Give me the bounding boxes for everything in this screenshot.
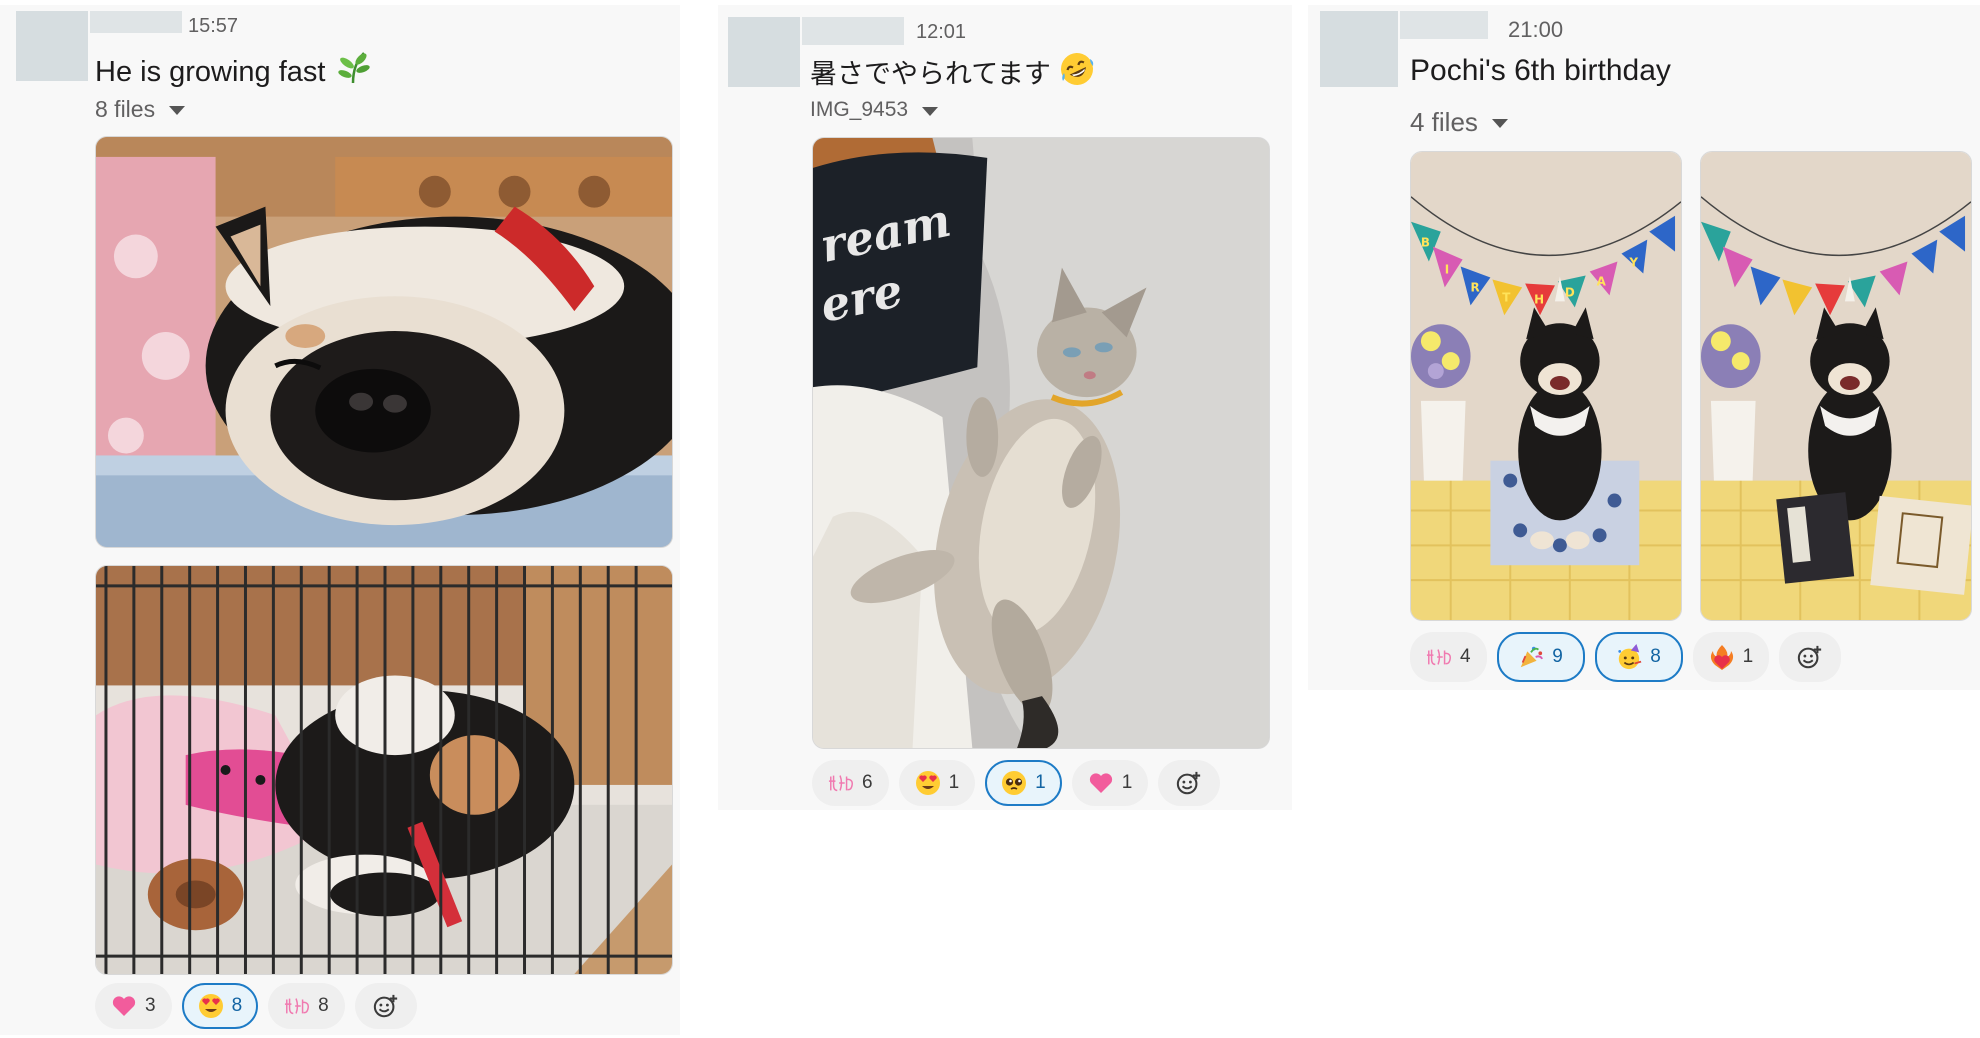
reaction-count: 8 [318, 995, 329, 1016]
chevron-down-icon [922, 106, 939, 116]
svg-text:H: H [1534, 292, 1544, 306]
kawaii-text-icon [284, 993, 310, 1019]
svg-text:B: B [1421, 236, 1430, 250]
reactions-bar: 4 9 8 1 [1410, 632, 1842, 682]
reaction-kawaii[interactable]: 4 [1410, 632, 1487, 682]
svg-text:Y: Y [1628, 255, 1638, 269]
timestamp[interactable]: 15:57 [188, 15, 238, 38]
rofl-icon [1059, 51, 1095, 94]
pleading-face-icon [1001, 770, 1027, 796]
add-reaction-button[interactable] [1158, 760, 1221, 806]
reaction-count: 1 [1035, 772, 1046, 793]
svg-text:R: R [1471, 280, 1480, 294]
reaction-partying-face[interactable]: 8 [1594, 632, 1683, 682]
reactions-bar: 6 1 1 1 [812, 760, 1221, 806]
reaction-count: 1 [948, 772, 960, 793]
svg-text:A: A [1597, 274, 1607, 288]
add-reaction-button[interactable] [354, 983, 417, 1029]
avatar[interactable] [16, 11, 88, 81]
message-panel-3: 21:00 Pochi's 6th birthday 4 files B I R… [1308, 5, 1980, 690]
reaction-pleading-face[interactable]: 1 [985, 760, 1062, 806]
avatar[interactable] [1320, 11, 1398, 87]
add-reaction-icon [373, 993, 399, 1019]
svg-text:T: T [1502, 290, 1511, 304]
chevron-down-icon [169, 106, 186, 115]
add-reaction-button[interactable] [1779, 632, 1842, 682]
reaction-count: 1 [1121, 772, 1133, 793]
image-attachment-cat[interactable]: ream ere [812, 137, 1270, 749]
files-count-label: 4 files [1410, 107, 1478, 137]
message-text: Pochi's 6th birthday [1410, 54, 1671, 88]
files-toggle[interactable]: 8 files [95, 96, 186, 123]
message-text: 暑さでやられてます [810, 51, 1095, 94]
heart-on-fire-icon [1709, 644, 1735, 670]
svg-text:I: I [1445, 262, 1449, 276]
reaction-count: 8 [1650, 646, 1661, 667]
heart-eyes-icon [198, 993, 224, 1019]
reaction-pink-heart[interactable]: 1 [1071, 760, 1149, 806]
file-name-toggle[interactable]: IMG_9453 [810, 98, 939, 122]
reaction-count: 1 [1742, 646, 1754, 667]
reaction-count: 9 [1552, 646, 1563, 667]
username-redacted[interactable] [1400, 11, 1488, 39]
reaction-count: 8 [231, 995, 243, 1016]
image-attachment-dog-in-cage[interactable] [95, 565, 673, 975]
pink-heart-icon [111, 993, 137, 1019]
image-attachment-birthday-1[interactable]: B I R T H D A Y [1410, 151, 1682, 621]
message-text-body: Pochi's 6th birthday [1410, 54, 1671, 87]
pink-heart-icon [1088, 770, 1114, 796]
kawaii-text-icon [1426, 644, 1452, 670]
add-reaction-icon [1176, 770, 1202, 796]
avatar[interactable] [728, 17, 800, 87]
heart-eyes-icon [915, 770, 941, 796]
reactions-bar: 3 8 8 [95, 983, 417, 1029]
timestamp[interactable]: 12:01 [916, 21, 966, 44]
kawaii-text-icon [828, 770, 854, 796]
file-name-label: IMG_9453 [810, 98, 909, 121]
svg-text:D: D [1565, 285, 1575, 299]
message-panel-2: 12:01 暑さでやられてます IMG_9453 ream ere 6 1 1 … [718, 5, 1292, 810]
message-panel-1: 15:57 He is growing fast 8 files 3 8 8 [0, 5, 680, 1035]
image-attachment-birthday-2[interactable] [1700, 151, 1972, 621]
message-text-body: He is growing fast [95, 56, 326, 88]
reaction-pink-heart[interactable]: 3 [95, 983, 172, 1029]
party-popper-icon [1518, 644, 1544, 670]
reaction-heart-on-fire[interactable]: 1 [1692, 632, 1770, 682]
reaction-count: 4 [1460, 646, 1471, 667]
timestamp[interactable]: 21:00 [1508, 17, 1563, 43]
username-redacted[interactable] [802, 17, 904, 45]
reaction-count: 3 [145, 995, 156, 1016]
reaction-kawaii[interactable]: 6 [812, 760, 889, 806]
reaction-heart-eyes[interactable]: 8 [181, 983, 259, 1029]
reaction-kawaii[interactable]: 8 [268, 983, 345, 1029]
message-text-body: 暑さでやられてます [810, 59, 1051, 89]
image-attachment-sleeping-dog[interactable] [95, 136, 673, 548]
message-text: He is growing fast [95, 49, 372, 93]
add-reaction-icon [1797, 644, 1823, 670]
files-toggle[interactable]: 4 files [1410, 107, 1508, 138]
username-redacted[interactable] [90, 11, 182, 33]
reaction-heart-eyes[interactable]: 1 [898, 760, 976, 806]
reaction-party-popper[interactable]: 9 [1496, 632, 1585, 682]
partying-face-icon [1616, 644, 1642, 670]
files-count-label: 8 files [95, 96, 156, 122]
herb-icon [334, 49, 372, 93]
reaction-count: 6 [862, 772, 873, 793]
chevron-down-icon [1491, 119, 1508, 128]
